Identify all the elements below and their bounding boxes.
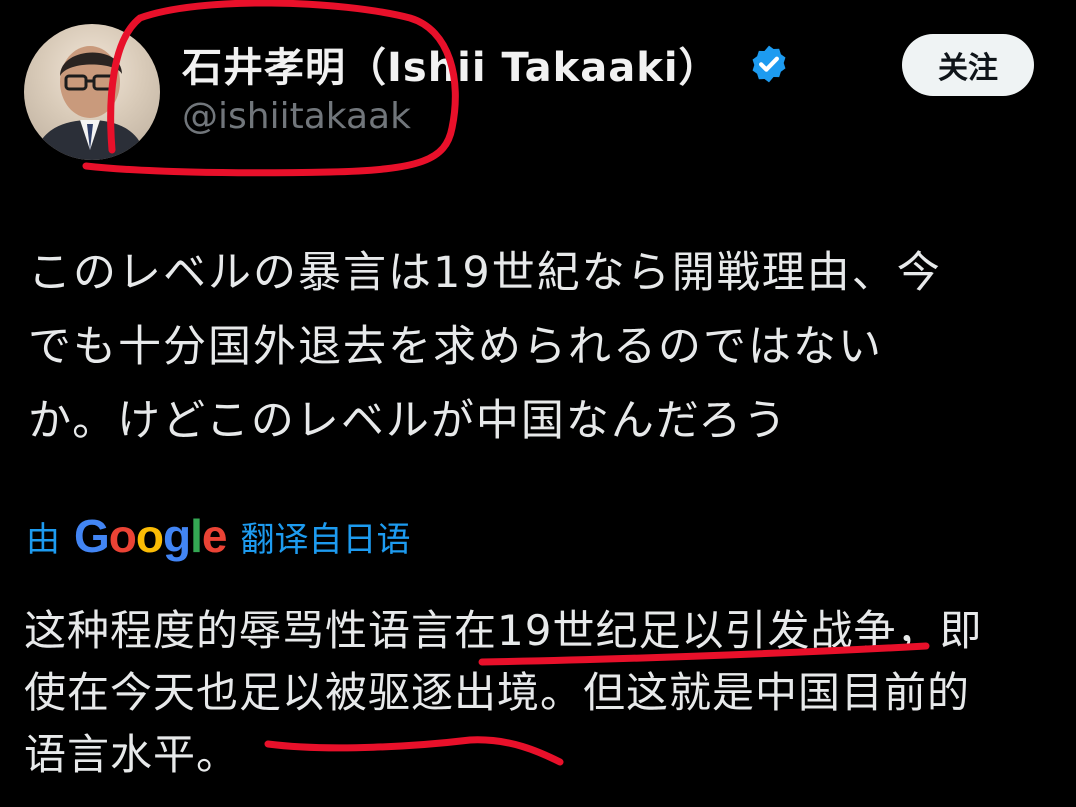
tweet-card: 石井孝明（Ishii Takaaki） @ishiitakaak 关注 このレベ… bbox=[0, 0, 1076, 807]
profile-photo-icon bbox=[34, 46, 146, 160]
tweet-text-line: このレベルの暴言は19世紀なら開戦理由、今 bbox=[28, 248, 942, 298]
follow-button[interactable]: 关注 bbox=[902, 34, 1034, 96]
translated-text: 这种程度的辱骂性语言在19世纪足以引发战争，即 使在今天也足以被驱逐出境。但这就… bbox=[24, 600, 1064, 786]
display-name[interactable]: 石井孝明（Ishii Takaaki） bbox=[182, 35, 720, 93]
avatar[interactable] bbox=[24, 24, 160, 160]
display-name-row[interactable]: 石井孝明（Ishii Takaaki） bbox=[182, 36, 790, 92]
translated-text-line: 这种程度的辱骂性语言在19世纪足以引发战争，即 bbox=[24, 606, 983, 655]
verified-badge-icon bbox=[752, 45, 785, 83]
translated-text-line: 使在今天也足以被驱逐出境。但这就是中国目前的 bbox=[24, 668, 971, 717]
user-handle[interactable]: @ishiitakaak bbox=[182, 96, 411, 137]
tweet-text-line: でも十分国外退去を求められるのではない bbox=[28, 322, 883, 372]
translated-text-line: 语言水平。 bbox=[24, 730, 240, 779]
tweet-text-line: か。けどこのレベルが中国なんだろう bbox=[28, 396, 789, 446]
translation-prefix: 由 bbox=[26, 519, 60, 560]
tweet-text: このレベルの暴言は19世紀なら開戦理由、今 でも十分国外退去を求められるのではな… bbox=[28, 236, 1058, 458]
translation-credit[interactable]: 由 Google 翻译自日语 bbox=[26, 506, 410, 566]
google-logo: Google bbox=[74, 510, 227, 562]
translation-source-label: 翻译自日语 bbox=[240, 519, 411, 560]
